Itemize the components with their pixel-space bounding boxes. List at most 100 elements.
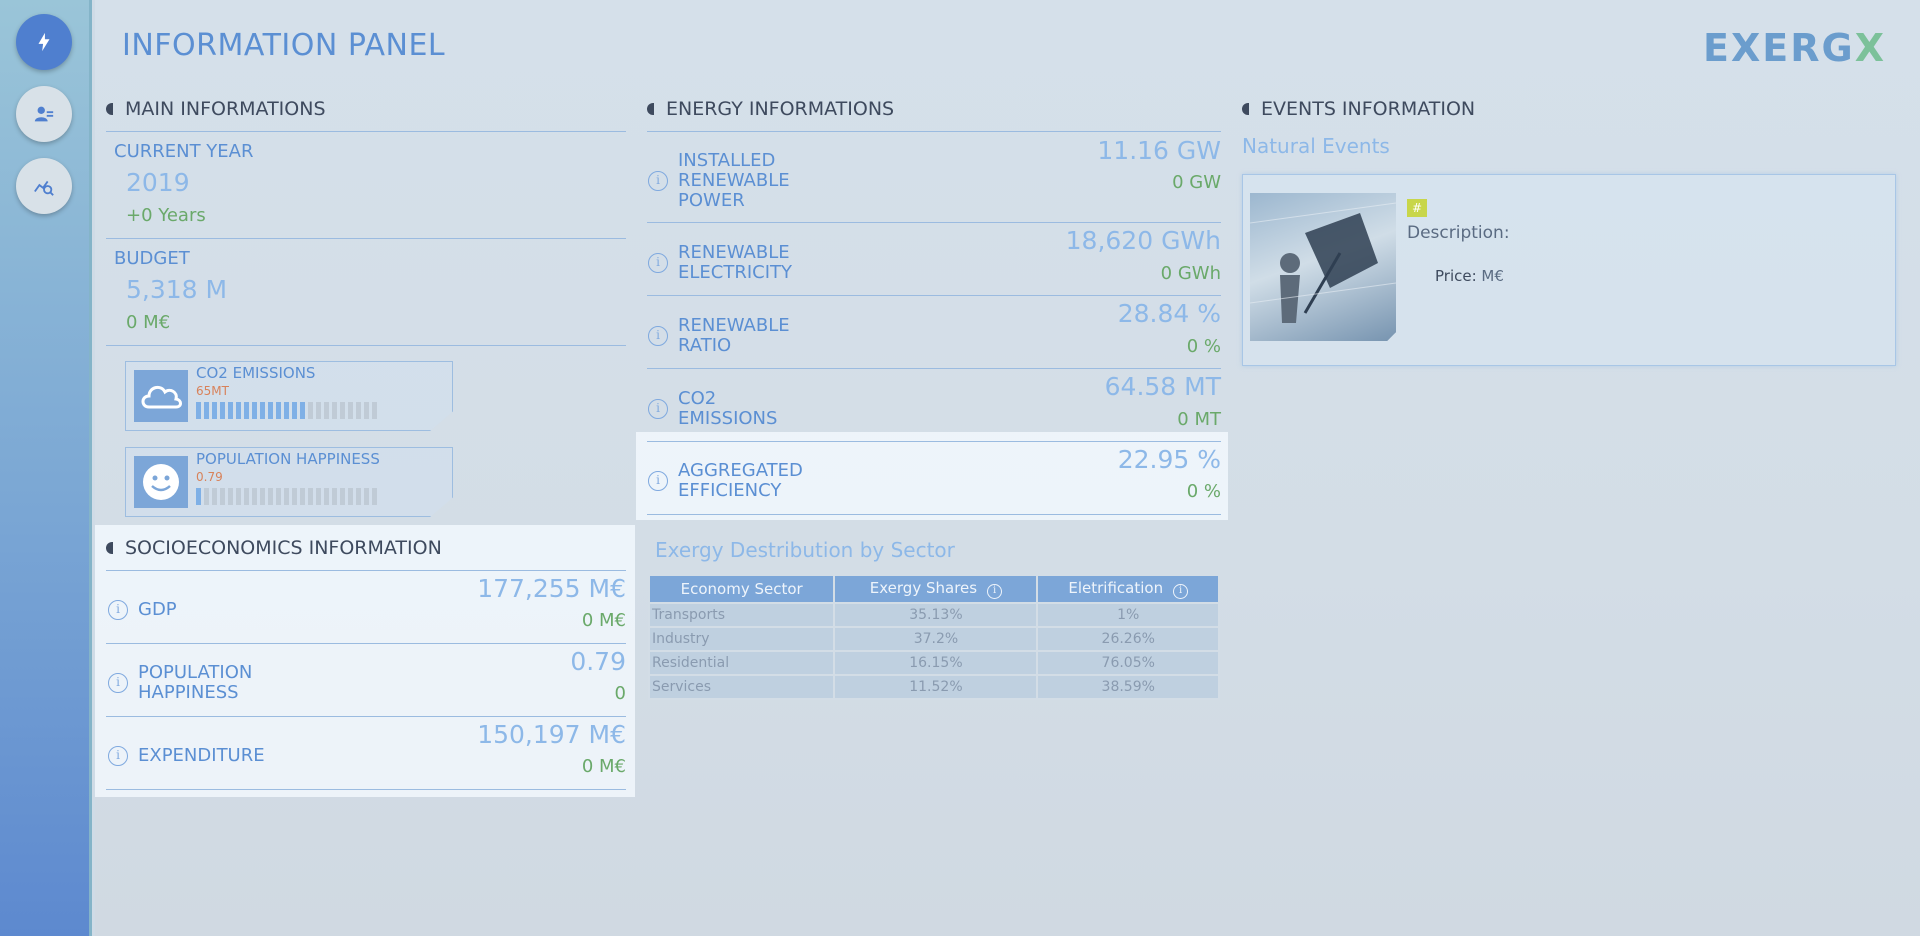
table-cell: 38.59% xyxy=(1036,674,1220,700)
page-title: INFORMATION PANEL xyxy=(122,28,446,63)
gauge-bar-segment xyxy=(292,402,297,419)
gauge-bar-segment xyxy=(356,402,361,419)
event-tag-badge: # xyxy=(1407,199,1427,217)
energy-nav-button[interactable] xyxy=(16,14,72,70)
event-card[interactable]: # Description: Price: M€ xyxy=(1242,174,1896,366)
exergy-title: Exergy Destribution by Sector xyxy=(655,538,955,562)
efficiency-delta: 0 % xyxy=(1186,481,1221,502)
co2-info-icon[interactable]: i xyxy=(648,399,668,419)
gauge-bar-segment xyxy=(292,488,297,505)
gauge-bar-segment xyxy=(284,402,289,419)
gdp-value: 177,255 M€ xyxy=(477,574,626,603)
table-cell: 1% xyxy=(1036,602,1220,628)
happiness-delta: 0 xyxy=(614,683,626,704)
storm-umbrella-image xyxy=(1250,193,1396,341)
budget-label: BUDGET xyxy=(114,248,190,269)
gauge-bar-segment xyxy=(308,488,313,505)
gauge-bar-segment xyxy=(252,488,257,505)
efficiency-label: AGGREGATED EFFICIENCY xyxy=(678,460,803,501)
gauge-bar-segment xyxy=(364,488,369,505)
col-exergy-shares: Exergy Shares i xyxy=(833,574,1039,604)
table-cell: Residential xyxy=(647,650,836,676)
expenditure-label: EXPENDITURE xyxy=(138,745,265,766)
exergx-logo: EXERGX xyxy=(1703,26,1886,70)
event-price: Price: M€ xyxy=(1435,267,1504,285)
installed-power-label: INSTALLED RENEWABLE POWER xyxy=(678,150,790,211)
gauge-bar-segment xyxy=(196,488,201,505)
gauge-bar-segment xyxy=(236,488,241,505)
gauge-bar-segment xyxy=(356,488,361,505)
renewable-ratio-delta: 0 % xyxy=(1186,336,1221,357)
gauge-bar-segment xyxy=(308,402,313,419)
happiness-gauge-value: 0.79 xyxy=(196,470,223,484)
co2-gauge-bars xyxy=(196,402,377,419)
budget-delta: 0 M€ xyxy=(126,312,171,333)
expenditure-info-icon[interactable]: i xyxy=(108,746,128,766)
happiness-gauge: POPULATION HAPPINESS 0.79 xyxy=(125,447,453,517)
gauge-bar-segment xyxy=(204,488,209,505)
current-year-value: 2019 xyxy=(126,168,190,197)
gdp-delta: 0 M€ xyxy=(581,610,626,631)
expenditure-value: 150,197 M€ xyxy=(477,720,626,749)
gauge-bar-segment xyxy=(316,402,321,419)
exergy-shares-info-icon[interactable]: i xyxy=(987,584,1003,599)
table-cell: 16.15% xyxy=(833,650,1039,676)
gauge-bar-segment xyxy=(348,402,353,419)
event-description-label: Description: xyxy=(1407,223,1510,243)
gauge-bar-segment xyxy=(332,402,337,419)
smiley-icon xyxy=(134,456,188,508)
chart-search-icon xyxy=(34,180,54,196)
gauge-bar-segment xyxy=(244,488,249,505)
renewable-electricity-info-icon[interactable]: i xyxy=(648,253,668,273)
events-title: EVENTS INFORMATION xyxy=(1242,98,1475,120)
exergy-table: Economy Sector Exergy Shares i Eletrifica… xyxy=(647,574,1220,700)
happiness-gauge-bars xyxy=(196,488,377,505)
energy-title: ENERGY INFORMATIONS xyxy=(647,98,894,120)
current-year-label: CURRENT YEAR xyxy=(114,141,254,162)
gauge-bar-segment xyxy=(252,402,257,419)
table-cell: Transports xyxy=(647,602,836,628)
co2-delta: 0 MT xyxy=(1177,409,1221,430)
renewable-ratio-label: RENEWABLE RATIO xyxy=(678,315,790,356)
co2-value: 64.58 MT xyxy=(1104,372,1221,401)
gauge-bar-segment xyxy=(212,402,217,419)
gauge-bar-segment xyxy=(212,488,217,505)
gauge-bar-segment xyxy=(340,402,345,419)
table-cell: Services xyxy=(647,674,836,700)
gauge-bar-segment xyxy=(268,488,273,505)
analytics-nav-button[interactable] xyxy=(16,158,72,214)
budget-value: 5,318 M xyxy=(126,275,228,304)
happiness-label: POPULATION HAPPINESS xyxy=(138,662,253,703)
gauge-bar-segment xyxy=(372,488,377,505)
efficiency-value: 22.95 % xyxy=(1117,445,1221,474)
renewable-electricity-label: RENEWABLE ELECTRICITY xyxy=(678,242,793,283)
happiness-gauge-title: POPULATION HAPPINESS xyxy=(196,450,380,468)
people-nav-button[interactable] xyxy=(16,86,72,142)
gauge-bar-segment xyxy=(204,402,209,419)
gauge-bar-segment xyxy=(276,488,281,505)
renewable-electricity-value: 18,620 GWh xyxy=(1065,226,1221,255)
table-row: Services 11.52% 38.59% xyxy=(647,674,1220,700)
gauge-bar-segment xyxy=(244,402,249,419)
efficiency-info-icon[interactable]: i xyxy=(648,471,668,491)
gauge-bar-segment xyxy=(260,488,265,505)
installed-power-info-icon[interactable]: i xyxy=(648,171,668,191)
table-row: Residential 16.15% 76.05% xyxy=(647,650,1220,676)
gauge-bar-segment xyxy=(260,402,265,419)
installed-power-value: 11.16 GW xyxy=(1097,136,1221,165)
gauge-bar-segment xyxy=(372,402,377,419)
gauge-bar-segment xyxy=(324,402,329,419)
gauge-bar-segment xyxy=(268,402,273,419)
installed-power-delta: 0 GW xyxy=(1172,172,1221,193)
gauge-bar-segment xyxy=(228,402,233,419)
table-cell: 35.13% xyxy=(833,602,1039,628)
gdp-info-icon[interactable]: i xyxy=(108,600,128,620)
gauge-bar-segment xyxy=(348,488,353,505)
happiness-info-icon[interactable]: i xyxy=(108,673,128,693)
gauge-bar-segment xyxy=(220,488,225,505)
renewable-ratio-info-icon[interactable]: i xyxy=(648,326,668,346)
gauge-bar-segment xyxy=(340,488,345,505)
co2-gauge-value: 65MT xyxy=(196,384,229,398)
table-row: Industry 37.2% 26.26% xyxy=(647,626,1220,652)
eletrification-info-icon[interactable]: i xyxy=(1173,584,1189,599)
